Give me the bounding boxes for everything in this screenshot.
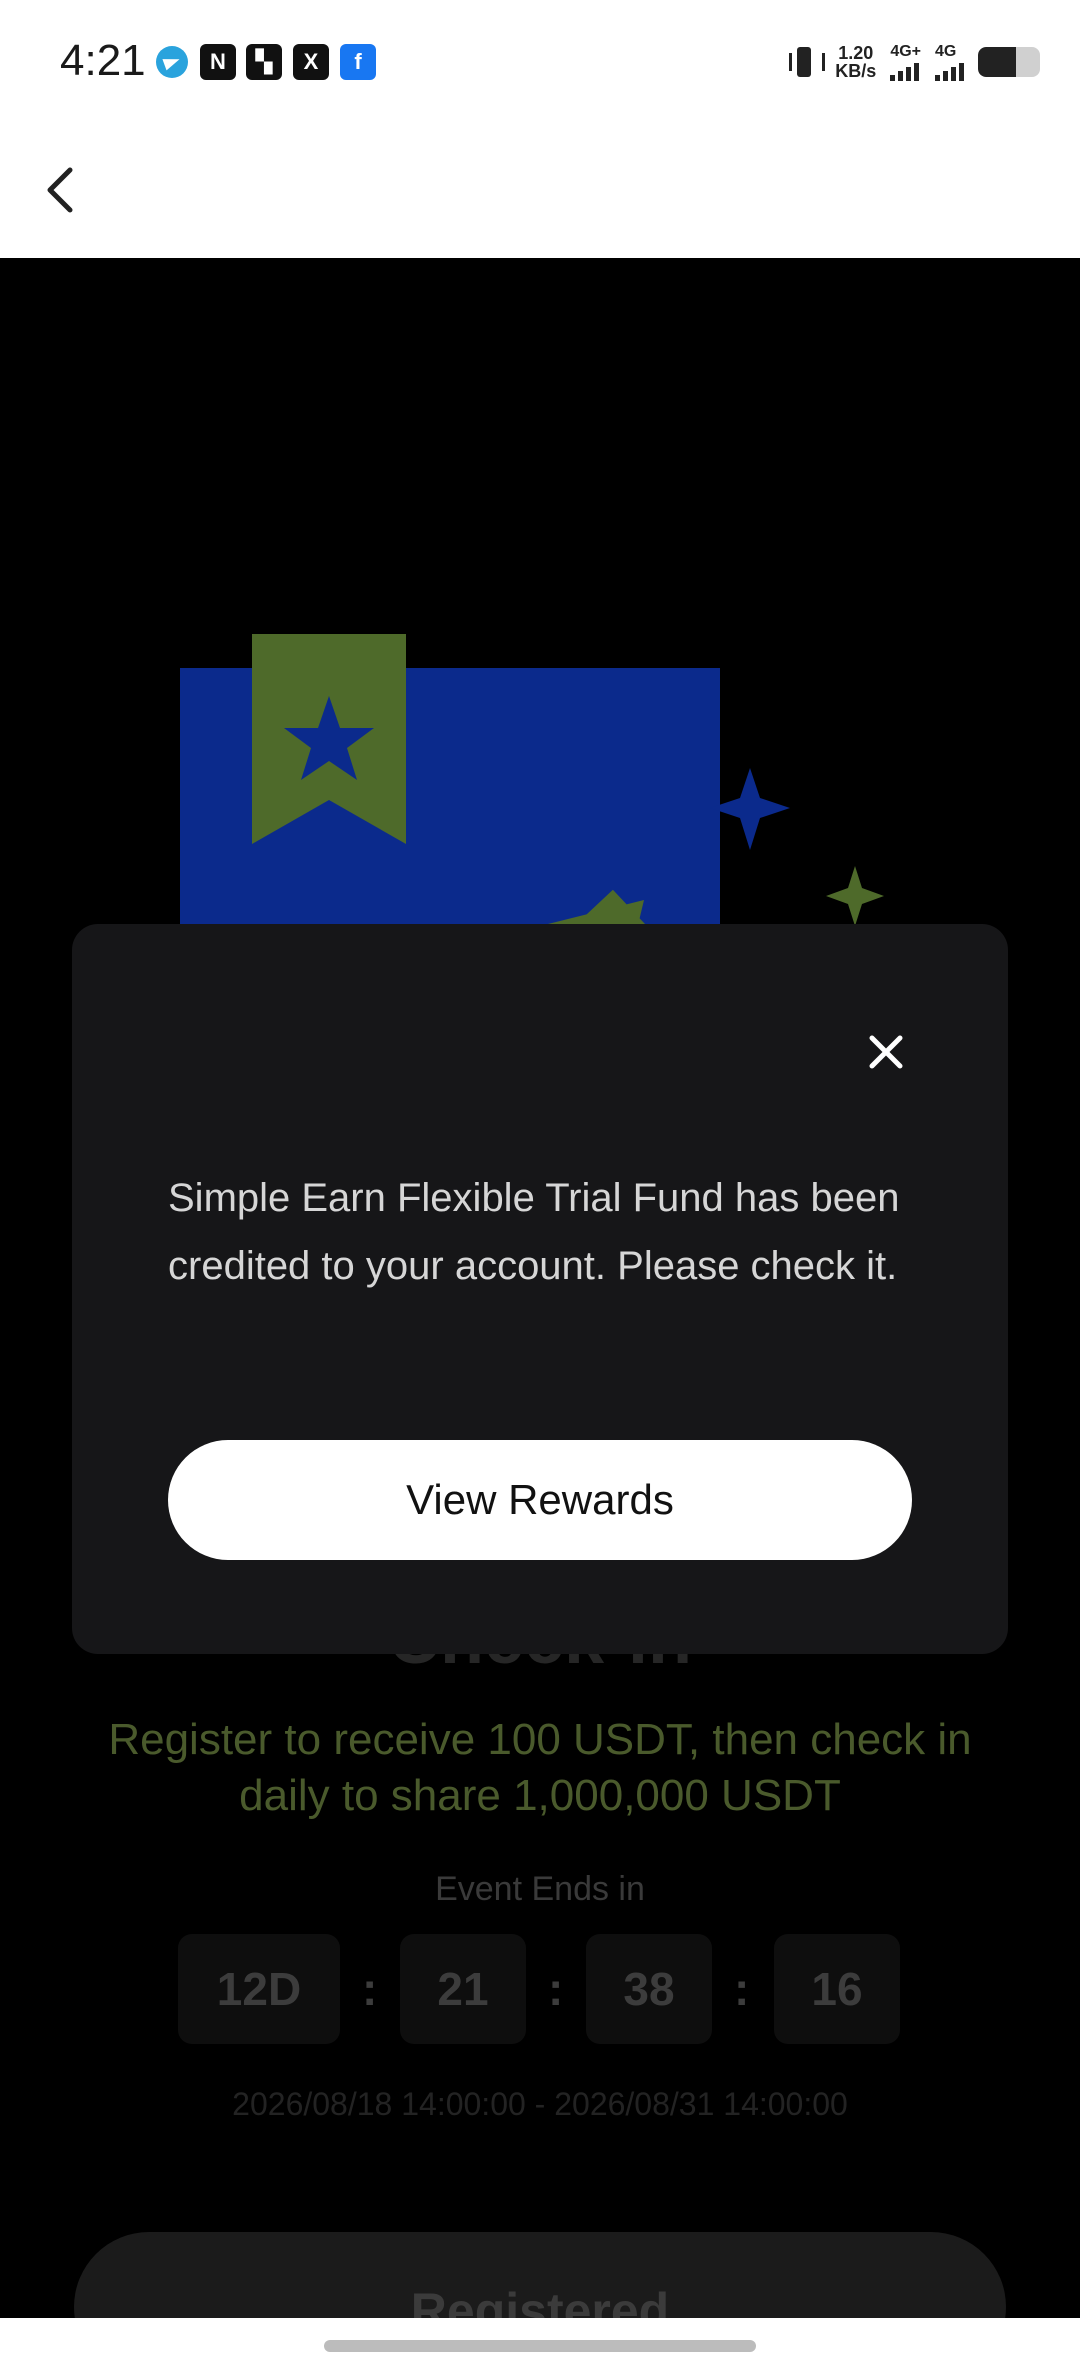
countdown-seconds: 16 bbox=[774, 1934, 900, 2044]
signal-bars-icon bbox=[935, 61, 964, 81]
status-bar: 4:21 N ▚ X f 1.20 KB/s 4G+ 4G bbox=[0, 0, 1080, 124]
system-indicators: 1.20 KB/s 4G+ 4G bbox=[787, 40, 1040, 84]
countdown-hours: 21 bbox=[400, 1934, 526, 2044]
notion-icon: N bbox=[200, 44, 236, 80]
sim2-label: 4G bbox=[935, 43, 957, 60]
modal-message: Simple Earn Flexible Trial Fund has been… bbox=[168, 1176, 900, 1288]
event-subtitle: Register to receive 100 USDT, then check… bbox=[108, 1715, 972, 1820]
facebook-icon: f bbox=[340, 44, 376, 80]
signal-sim2: 4G bbox=[935, 43, 964, 81]
event-date-range: 2026/08/18 14:00:00 - 2026/08/31 14:00:0… bbox=[232, 2086, 848, 2122]
okx-icon: ▚ bbox=[246, 44, 282, 80]
countdown-minutes: 38 bbox=[586, 1934, 712, 2044]
x-icon: X bbox=[293, 44, 329, 80]
battery-icon bbox=[978, 47, 1040, 77]
network-speed-unit: KB/s bbox=[835, 61, 877, 81]
home-indicator[interactable] bbox=[324, 2340, 756, 2352]
close-button[interactable] bbox=[858, 1024, 914, 1080]
countdown-separator: : bbox=[362, 1963, 378, 2015]
back-button[interactable] bbox=[40, 160, 84, 220]
close-icon bbox=[869, 1035, 903, 1069]
vibrate-icon bbox=[787, 45, 826, 79]
network-speed-value: 1.20 bbox=[838, 43, 874, 63]
rewards-modal: Simple Earn Flexible Trial Fund has been… bbox=[72, 924, 1008, 1654]
sim1-label: 4G+ bbox=[890, 43, 921, 60]
countdown: 12D : 21 : 38 : 16 bbox=[0, 1934, 1080, 2044]
signal-bars-icon bbox=[890, 61, 920, 81]
countdown-days: 12D bbox=[178, 1934, 340, 2044]
status-time: 4:21 bbox=[60, 36, 146, 85]
app-header bbox=[0, 124, 1080, 258]
chevron-left-icon bbox=[47, 167, 73, 213]
view-rewards-button[interactable]: View Rewards bbox=[168, 1440, 912, 1560]
registered-button[interactable]: Registered bbox=[74, 2232, 1006, 2318]
event-ends-label: Event Ends in bbox=[435, 1870, 645, 1908]
network-speed: 1.20 KB/s bbox=[835, 44, 876, 80]
system-nav-bar bbox=[0, 2318, 1080, 2376]
countdown-separator: : bbox=[548, 1963, 564, 2015]
countdown-separator: : bbox=[734, 1963, 750, 2015]
battery-level bbox=[978, 47, 1017, 77]
signal-sim1: 4G+ bbox=[890, 43, 921, 81]
telegram-icon bbox=[156, 46, 188, 78]
